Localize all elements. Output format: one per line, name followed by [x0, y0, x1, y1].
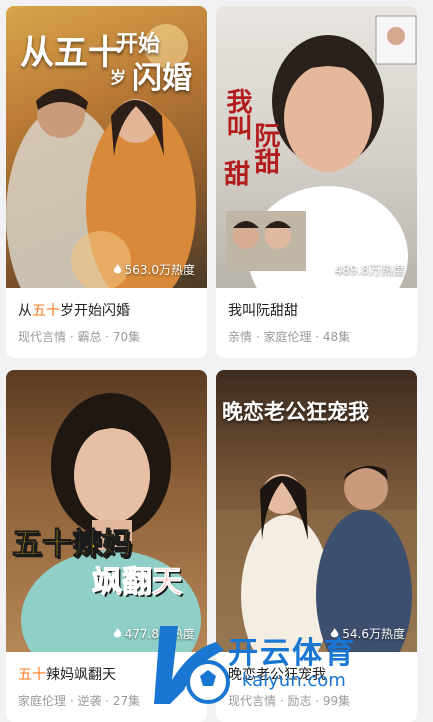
poster-title-a: 五十辣妈 [12, 527, 133, 562]
drama-title-highlight: 五十 [32, 303, 60, 319]
drama-tags: 现代言情 · 霸总 · 70集 [18, 330, 141, 344]
poster-title-a: 我叫 [222, 88, 252, 140]
drama-title-part: 从 [18, 303, 32, 319]
poster-title-c: 甜 [224, 160, 251, 190]
drama-tags: 亲情 · 家庭伦理 · 48集 [228, 330, 351, 344]
drama-title[interactable]: 我叫阮甜甜 [228, 300, 405, 320]
brand-logo-icon [154, 626, 230, 704]
brand-name: 开云体育 [228, 636, 356, 671]
poster-title-b: 开始 [116, 32, 161, 57]
hot-count-text: 563.0万热度 [124, 263, 195, 277]
poster-title-b: 阮甜 [250, 122, 280, 174]
poster-title-d: 岁 [110, 68, 127, 87]
drama-title-part: 岁开始闪婚 [60, 303, 130, 319]
flame-icon [323, 264, 331, 274]
brand-url: kaiyun.com [242, 670, 346, 691]
poster-title-a: 晚恋老公狂宠我 [222, 400, 369, 424]
hot-count-text: 489.8万热度 [334, 263, 405, 277]
drama-title-highlight: 五十 [18, 667, 46, 683]
poster-title-b: 飒翻天 [92, 565, 183, 600]
flame-icon [113, 264, 121, 274]
drama-card[interactable]: 我叫 阮甜 甜 489.8万热度 我叫阮甜甜 亲情 · 家庭伦理 · 48集 [216, 6, 417, 358]
poster-art [226, 15, 417, 288]
drama-card[interactable]: 从五十 开始 岁 闪婚 563.0万热度 从五十岁开始闪婚 现代言情 · 霸总 … [6, 6, 207, 358]
poster-art [21, 393, 201, 652]
poster-title-a: 从五十 [20, 33, 122, 73]
drama-title-part: 辣妈飒翻天 [46, 667, 116, 683]
drama-grid: 从五十 开始 岁 闪婚 563.0万热度 从五十岁开始闪婚 现代言情 · 霸总 … [6, 6, 427, 722]
flame-icon [113, 628, 121, 638]
poster-image[interactable]: 五十辣妈 飒翻天 477.8万热度 [6, 370, 207, 652]
brand-watermark: 开云体育 kaiyun.com [150, 620, 426, 710]
drama-title[interactable]: 从五十岁开始闪婚 [18, 300, 195, 320]
hot-count: 489.8万热度 [323, 261, 405, 278]
poster-image[interactable]: 从五十 开始 岁 闪婚 563.0万热度 [6, 6, 207, 288]
hot-count: 563.0万热度 [113, 261, 195, 278]
poster-image[interactable]: 晚恋老公狂宠我 54.6万热度 [216, 370, 417, 652]
poster-title-c: 闪婚 [132, 61, 192, 96]
poster-image[interactable]: 我叫 阮甜 甜 489.8万热度 [216, 6, 417, 288]
